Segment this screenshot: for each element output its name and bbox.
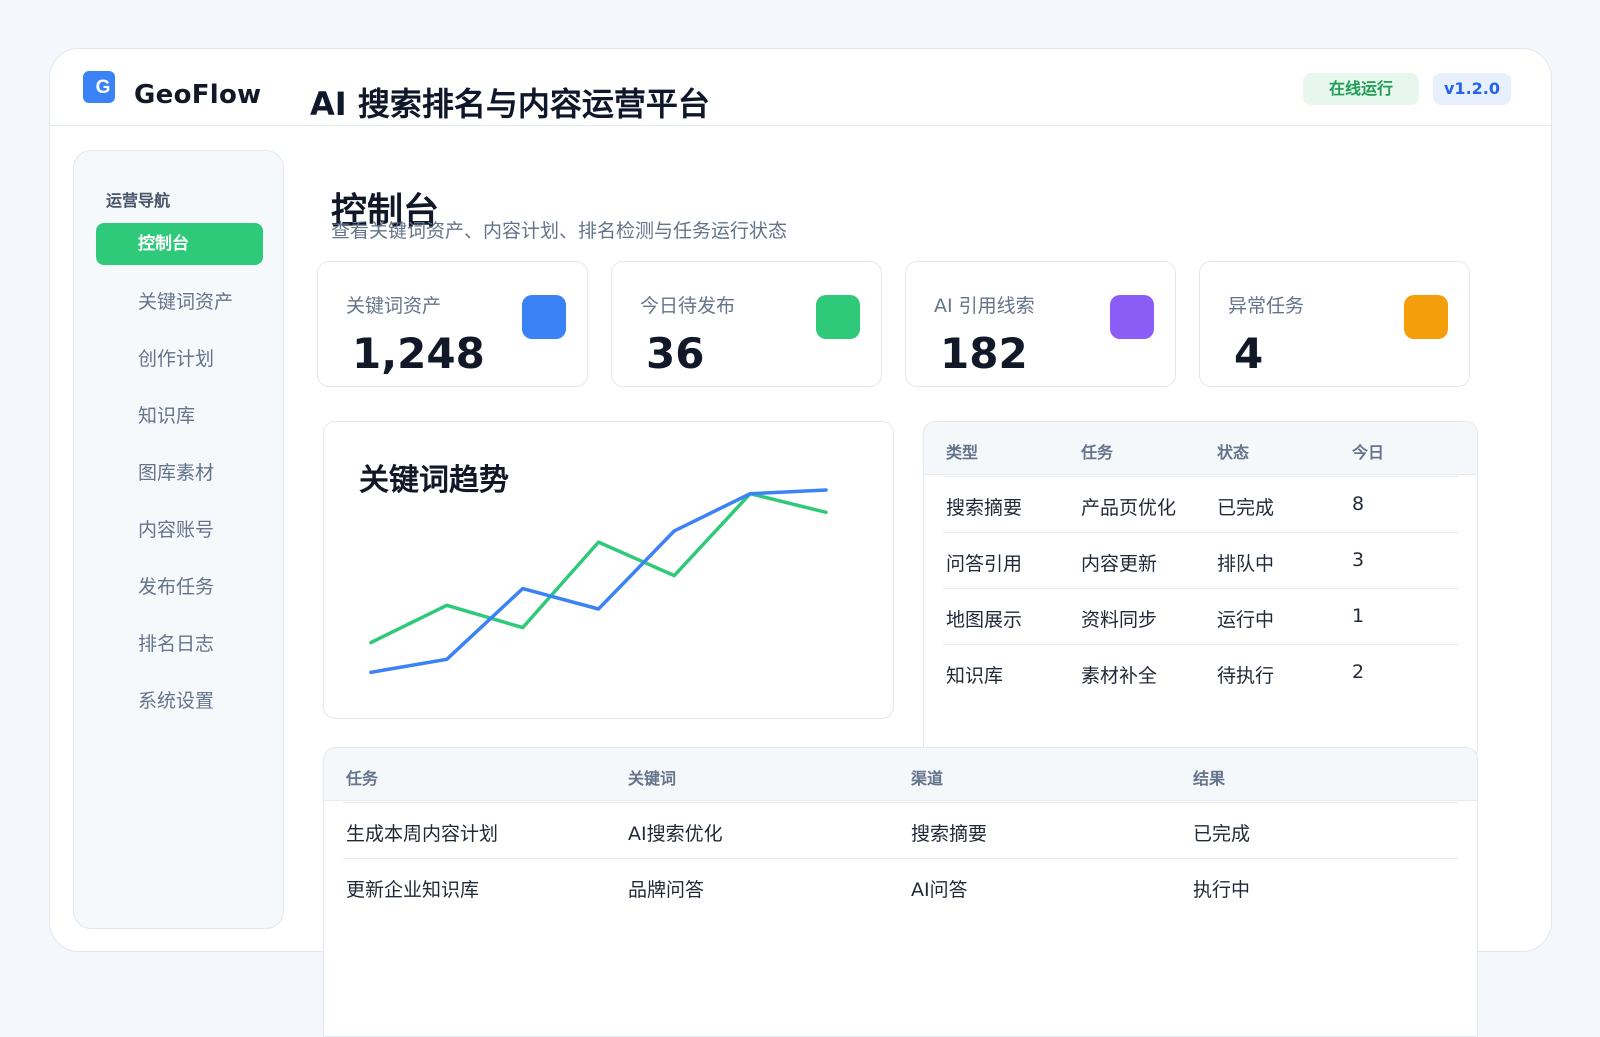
sidebar-item-label: 控制台 — [138, 234, 189, 254]
sidebar-item-publish-tasks[interactable]: 发布任务 — [96, 566, 263, 608]
sidebar-item-label: 关键词资产 — [138, 291, 233, 313]
column-header: 任务 — [1081, 439, 1113, 463]
table-cell: AI搜索优化 — [628, 819, 723, 846]
table-cell: 地图展示 — [946, 605, 1022, 632]
sidebar-item-label: 系统设置 — [138, 690, 214, 712]
column-header: 今日 — [1352, 439, 1384, 463]
keyword-trend-card: 关键词趋势 — [323, 421, 894, 719]
sidebar-item-label: 图库素材 — [138, 462, 214, 484]
version-badge: v1.2.0 — [1433, 73, 1511, 105]
sidebar-item-ranking-log[interactable]: 排名日志 — [96, 623, 263, 665]
table-cell: 3 — [1352, 549, 1364, 571]
column-header: 状态 — [1217, 439, 1249, 463]
sidebar-item-keyword-assets[interactable]: 关键词资产 — [96, 281, 263, 323]
task-status-table: 类型 任务 状态 今日 搜索摘要 产品页优化 已完成 8 问答引用 内容更新 排… — [923, 421, 1478, 761]
table-cell: 排队中 — [1217, 549, 1274, 576]
logo-icon: G — [83, 71, 115, 103]
column-header: 类型 — [946, 439, 978, 463]
sidebar-item-label: 内容账号 — [138, 519, 214, 541]
sidebar-item-content-accounts[interactable]: 内容账号 — [96, 509, 263, 551]
table-cell: 已完成 — [1217, 493, 1274, 520]
column-header: 任务 — [346, 765, 378, 789]
table-cell: 资料同步 — [1081, 605, 1157, 632]
table-cell: 素材补全 — [1081, 661, 1157, 688]
sidebar-item-system-settings[interactable]: 系统设置 — [96, 680, 263, 722]
job-results-table: 任务 关键词 渠道 结果 生成本周内容计划 AI搜索优化 搜索摘要 已完成 更新… — [323, 747, 1478, 1037]
table-cell: 已完成 — [1193, 819, 1250, 846]
stat-label: 异常任务 — [1228, 291, 1304, 318]
sidebar-item-knowledge-base[interactable]: 知识库 — [96, 395, 263, 437]
table-cell: 1 — [1352, 605, 1364, 627]
sidebar-item-label: 发布任务 — [138, 576, 214, 598]
table-cell: 生成本周内容计划 — [346, 819, 498, 846]
column-header: 关键词 — [628, 765, 676, 789]
online-status-badge: 在线运行 — [1303, 73, 1419, 105]
table-cell: 知识库 — [946, 661, 1003, 688]
table-cell: 内容更新 — [1081, 549, 1157, 576]
stat-value: 182 — [940, 329, 1028, 378]
stat-card-pending-publish[interactable]: 今日待发布 36 — [611, 261, 882, 387]
stat-square-icon — [1404, 295, 1448, 339]
sidebar-item-dashboard[interactable]: 控制台 — [96, 223, 263, 265]
column-header: 渠道 — [911, 765, 943, 789]
series-line-1 — [371, 494, 826, 643]
stat-label: 今日待发布 — [640, 291, 735, 318]
table-cell: 8 — [1352, 493, 1364, 515]
sidebar-heading: 运营导航 — [106, 187, 170, 211]
table-cell: 搜索摘要 — [911, 819, 987, 846]
table-row[interactable]: 生成本周内容计划 AI搜索优化 搜索摘要 已完成 — [343, 802, 1458, 859]
sidebar-item-image-library[interactable]: 图库素材 — [96, 452, 263, 494]
stat-square-icon — [816, 295, 860, 339]
trend-line-chart — [324, 422, 895, 720]
table-cell: 产品页优化 — [1081, 493, 1176, 520]
table-cell: 运行中 — [1217, 605, 1274, 632]
stat-card-keyword-assets[interactable]: 关键词资产 1,248 — [317, 261, 588, 387]
stat-card-ai-citations[interactable]: AI 引用线索 182 — [905, 261, 1176, 387]
series-line-2 — [371, 490, 826, 672]
sidebar-item-label: 排名日志 — [138, 633, 214, 655]
table-cell: 搜索摘要 — [946, 493, 1022, 520]
stat-value: 4 — [1234, 329, 1263, 378]
table-header: 类型 任务 状态 今日 — [924, 422, 1477, 475]
table-cell: 品牌问答 — [628, 875, 704, 902]
sidebar: 运营导航 控制台 关键词资产 创作计划 知识库 图库素材 内容账号 发布任务 排… — [73, 150, 284, 929]
table-cell: 执行中 — [1193, 875, 1250, 902]
table-row[interactable]: 更新企业知识库 品牌问答 AI问答 执行中 — [343, 858, 1458, 915]
stat-square-icon — [522, 295, 566, 339]
stat-value: 36 — [646, 329, 704, 378]
stat-square-icon — [1110, 295, 1154, 339]
stat-card-abnormal-tasks[interactable]: 异常任务 4 — [1199, 261, 1470, 387]
top-header: G GeoFlow AI 搜索排名与内容运营平台 在线运行 v1.2.0 — [50, 49, 1551, 126]
sidebar-item-label: 知识库 — [138, 405, 195, 427]
table-row[interactable]: 地图展示 资料同步 运行中 1 — [943, 588, 1458, 645]
stat-value: 1,248 — [352, 329, 485, 378]
table-cell: 待执行 — [1217, 661, 1274, 688]
table-cell: AI问答 — [911, 875, 968, 902]
table-cell: 2 — [1352, 661, 1364, 683]
table-row[interactable]: 搜索摘要 产品页优化 已完成 8 — [943, 476, 1458, 533]
platform-title: AI 搜索排名与内容运营平台 — [310, 79, 710, 125]
brand-name[interactable]: GeoFlow — [134, 80, 262, 110]
app-window: G GeoFlow AI 搜索排名与内容运营平台 在线运行 v1.2.0 运营导… — [49, 48, 1552, 952]
table-row[interactable]: 问答引用 内容更新 排队中 3 — [943, 532, 1458, 589]
table-cell: 更新企业知识库 — [346, 875, 479, 902]
table-row[interactable]: 知识库 素材补全 待执行 2 — [943, 644, 1458, 701]
sidebar-item-label: 创作计划 — [138, 348, 214, 370]
sidebar-item-creation-plan[interactable]: 创作计划 — [96, 338, 263, 380]
stat-label: 关键词资产 — [346, 291, 441, 318]
table-header: 任务 关键词 渠道 结果 — [324, 748, 1477, 801]
stat-label: AI 引用线索 — [934, 291, 1035, 318]
page-subtitle: 查看关键词资产、内容计划、排名检测与任务运行状态 — [331, 216, 787, 243]
table-cell: 问答引用 — [946, 549, 1022, 576]
column-header: 结果 — [1193, 765, 1225, 789]
